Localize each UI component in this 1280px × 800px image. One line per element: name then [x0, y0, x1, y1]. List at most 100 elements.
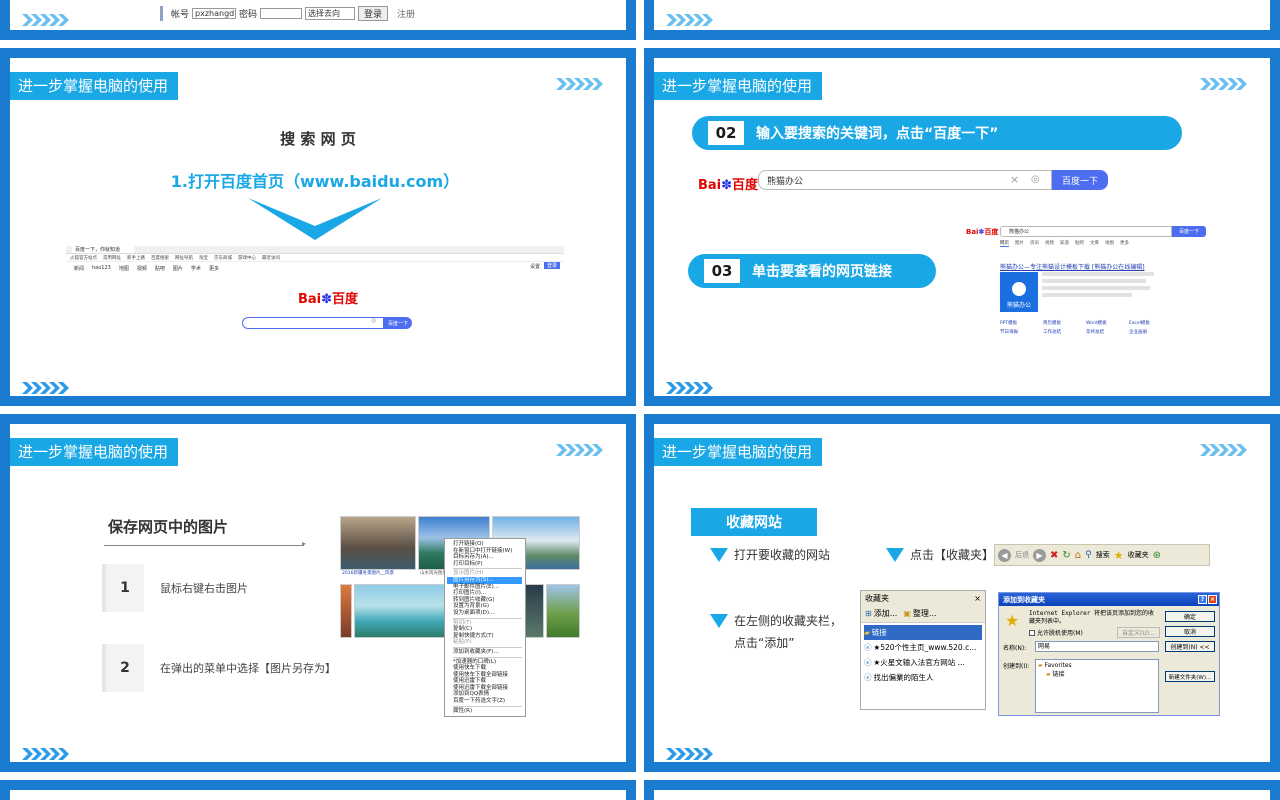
- thumbnail-caption[interactable]: 山水风光图片: [420, 570, 447, 576]
- name-input[interactable]: 网易: [1035, 641, 1159, 652]
- bookmark-item[interactable]: 最近访问: [262, 255, 280, 261]
- result-tab[interactable]: 文库: [1090, 240, 1099, 247]
- ok-button[interactable]: 确定: [1165, 611, 1215, 622]
- nav-link[interactable]: 新闻: [74, 265, 84, 272]
- nav-link[interactable]: 贴吧: [155, 265, 165, 272]
- offline-checkbox[interactable]: 允许脱机使用(M): [1029, 628, 1083, 637]
- back-label[interactable]: 后退: [1015, 550, 1029, 560]
- menu-item[interactable]: 显示图片(H): [453, 570, 522, 577]
- result-link[interactable]: PPT模板: [1000, 320, 1043, 326]
- bookmark-item[interactable]: 新手上路: [127, 255, 145, 261]
- search-label[interactable]: 搜索: [1096, 550, 1110, 560]
- menu-item[interactable]: 打印目标(P): [453, 561, 522, 568]
- camera-icon[interactable]: ◎: [1031, 174, 1040, 185]
- thumbnail-caption[interactable]: 2016新疆冬景图片__风景: [342, 570, 394, 576]
- result-link[interactable]: Word模板: [1086, 320, 1129, 326]
- result-tab[interactable]: 网页: [1000, 240, 1009, 247]
- bookmark-item[interactable]: 淘宝: [199, 255, 208, 261]
- image-thumbnail[interactable]: [546, 584, 580, 638]
- register-link[interactable]: 注册: [397, 7, 415, 20]
- search-input[interactable]: 熊猫办公: [758, 170, 1052, 190]
- bookmark-item[interactable]: 百度搜索: [151, 255, 169, 261]
- image-thumbnail[interactable]: [340, 516, 416, 570]
- create-in-button[interactable]: 创建到(N) <<: [1165, 641, 1215, 652]
- camera-icon[interactable]: ◎: [371, 317, 376, 324]
- result-tab[interactable]: 资讯: [1030, 240, 1039, 247]
- new-folder-button[interactable]: 新建文件夹(W)...: [1165, 671, 1215, 682]
- nav-link[interactable]: 视频: [137, 265, 147, 272]
- result-tab[interactable]: 知道: [1060, 240, 1069, 247]
- search-button[interactable]: 百度一下: [1052, 170, 1108, 190]
- result-link[interactable]: 企业画册: [1129, 329, 1172, 335]
- result-tab[interactable]: 视频: [1045, 240, 1054, 247]
- search-icon[interactable]: ⚲: [1085, 550, 1092, 560]
- search-button[interactable]: 百度一下: [1172, 226, 1206, 237]
- nav-link[interactable]: 更多: [209, 265, 219, 272]
- menu-item[interactable]: 复制(C): [453, 626, 522, 633]
- result-link[interactable]: Excel模板: [1129, 320, 1172, 326]
- image-thumbnail[interactable]: [354, 584, 446, 638]
- forward-icon[interactable]: ▶: [1033, 548, 1046, 562]
- result-link[interactable]: 节日海报: [1000, 329, 1043, 335]
- result-title[interactable]: 熊猫办公—专注熊猫设计模板下载 [熊猫办公在线编辑]: [1000, 262, 1145, 271]
- close-icon[interactable]: ×: [1208, 595, 1217, 604]
- search-input[interactable]: 熊猫办公: [1000, 226, 1172, 237]
- bookmark-item[interactable]: 网址导航: [175, 255, 193, 261]
- favorites-item[interactable]: ⓔ ★火星文输入法官方网站 ...: [864, 655, 982, 670]
- cancel-button[interactable]: 取消: [1165, 626, 1215, 637]
- direction-select[interactable]: 选择去向: [305, 7, 356, 20]
- settings-link[interactable]: 设置: [530, 263, 540, 270]
- back-icon[interactable]: ◀: [998, 548, 1011, 562]
- result-link[interactable]: 简历模板: [1043, 320, 1086, 326]
- help-icon[interactable]: ?: [1198, 595, 1207, 604]
- history-icon[interactable]: ⊛: [1153, 550, 1161, 561]
- menu-item[interactable]: 设为桌面项(D)...: [453, 610, 522, 617]
- favorites-item[interactable]: ⓔ 找出偏業的陌生人: [864, 670, 982, 685]
- nav-link[interactable]: 地图: [119, 265, 129, 272]
- home-icon[interactable]: ⌂: [1075, 550, 1081, 561]
- bookmark-item[interactable]: 常用网址: [103, 255, 121, 261]
- result-link[interactable]: 年终总结: [1086, 329, 1129, 335]
- browser-tab[interactable]: 百度一下，你就知道: [72, 246, 135, 253]
- search-input[interactable]: [242, 317, 384, 329]
- clear-icon[interactable]: ×: [1010, 173, 1019, 186]
- menu-item[interactable]: 百度一下药选文字(Z): [453, 698, 522, 705]
- add-favorite-button[interactable]: ⊞ 添加...: [865, 608, 897, 619]
- menu-item[interactable]: 属性(R): [453, 708, 522, 715]
- close-icon[interactable]: ×: [974, 594, 981, 603]
- nav-link[interactable]: hao123: [92, 265, 111, 271]
- menu-item[interactable]: 打印图片(I)...: [453, 590, 522, 597]
- nav-link[interactable]: 学术: [191, 265, 201, 272]
- menu-item[interactable]: 目标另存为(A)...: [453, 554, 522, 561]
- menu-item[interactable]: 设置为背景(G): [453, 603, 522, 610]
- favorites-folder-links[interactable]: ▰ 链接: [864, 625, 982, 640]
- result-tab[interactable]: 图片: [1015, 240, 1024, 247]
- password-input[interactable]: [260, 8, 303, 19]
- result-link[interactable]: 工作总结: [1043, 329, 1086, 335]
- nav-link[interactable]: 图片: [173, 265, 183, 272]
- bookmark-item[interactable]: 游戏中心: [238, 255, 256, 261]
- result-tab[interactable]: 更多: [1120, 240, 1129, 247]
- image-thumbnail[interactable]: [340, 584, 352, 638]
- folder-tree[interactable]: ▰ Favorites ▰ 链接: [1035, 659, 1159, 713]
- favorites-item[interactable]: ⓔ ★520个性主页_www.520.c...: [864, 640, 982, 655]
- login-button[interactable]: 登录: [544, 262, 561, 269]
- menu-item[interactable]: 使用迅雷下载: [453, 678, 522, 685]
- menu-item[interactable]: 粘贴(P): [453, 639, 522, 646]
- customize-button[interactable]: 自定义(U)...: [1117, 627, 1160, 638]
- account-input[interactable]: pxzhangd: [192, 8, 237, 19]
- menu-item[interactable]: 打开链接(O): [453, 541, 522, 548]
- search-button[interactable]: 百度一下: [384, 317, 412, 329]
- menu-item[interactable]: 使用快车下载: [453, 665, 522, 672]
- menu-item[interactable]: 添加到收藏夹(F)...: [453, 649, 522, 656]
- login-button[interactable]: 登录: [358, 6, 389, 21]
- result-tab[interactable]: 贴吧: [1075, 240, 1084, 247]
- bookmark-item[interactable]: 京东商城: [214, 255, 232, 261]
- organize-favorites-button[interactable]: ▣ 整理...: [903, 608, 936, 619]
- favorites-star-icon[interactable]: ★: [1114, 549, 1124, 562]
- menu-item[interactable]: 图片另存为(S)...: [447, 576, 522, 584]
- favorites-label[interactable]: 收藏夹: [1128, 550, 1149, 560]
- result-tab[interactable]: 地图: [1105, 240, 1114, 247]
- refresh-icon[interactable]: ↻: [1062, 550, 1070, 561]
- stop-icon[interactable]: ✖: [1050, 550, 1058, 561]
